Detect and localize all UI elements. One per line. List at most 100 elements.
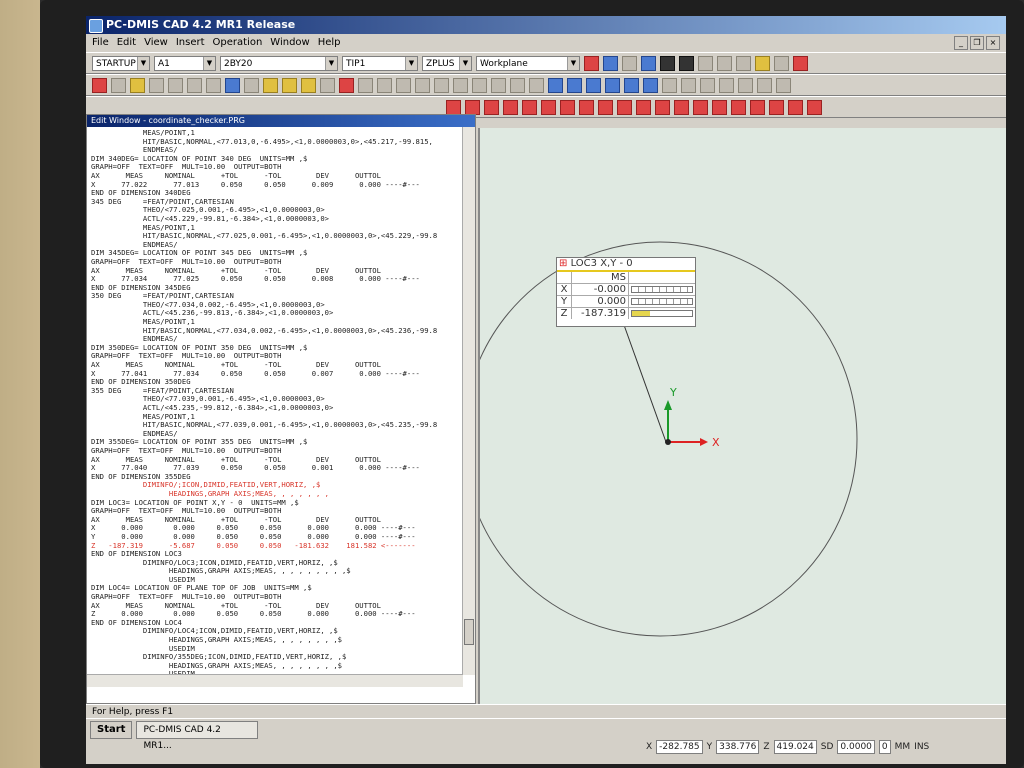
toolbar-icon[interactable] (111, 77, 126, 93)
toolbar-icon[interactable] (674, 99, 689, 115)
menu-item-insert[interactable]: Insert (176, 34, 205, 52)
toolbar-icon[interactable] (681, 77, 696, 93)
plane-combo[interactable]: ZPLUS (422, 55, 472, 71)
workplane-combo[interactable]: Workplane (476, 55, 580, 71)
toolbar-icon[interactable] (769, 99, 784, 115)
toolbar-icon[interactable] (700, 77, 715, 93)
menu-item-operation[interactable]: Operation (213, 34, 263, 52)
menu-item-view[interactable]: View (144, 34, 168, 52)
toolbar-icon[interactable] (472, 77, 487, 93)
toolbar-icon[interactable] (453, 77, 468, 93)
readout-cell (557, 272, 572, 283)
toolbar-icon[interactable] (738, 77, 753, 93)
toolbar-icon[interactable] (636, 99, 651, 115)
toolbar-icon[interactable] (149, 77, 164, 93)
scroll-thumb[interactable] (464, 619, 474, 645)
toolbar-icon[interactable] (434, 77, 449, 93)
toolbar-icon[interactable] (503, 99, 518, 115)
program-code[interactable]: MEAS/POINT,1 HIT/BASIC,NORMAL,<77.013,0,… (87, 127, 463, 675)
toolbar-icon[interactable] (660, 55, 675, 71)
toolbar-icon[interactable] (750, 99, 765, 115)
toolbar-icon[interactable] (206, 77, 221, 93)
toolbar-icon[interactable] (522, 99, 537, 115)
toolbar-icon[interactable] (679, 55, 694, 71)
menu-item-window[interactable]: Window (270, 34, 309, 52)
toolbar-icon[interactable] (807, 99, 822, 115)
help-text: For Help, press F1 (92, 707, 174, 717)
toolbar-icon[interactable] (358, 77, 373, 93)
toolbar-icon[interactable] (712, 99, 727, 115)
toolbar-icon[interactable] (548, 77, 563, 93)
start-button[interactable]: Start (90, 720, 133, 739)
toolbar-icon[interactable] (655, 99, 670, 115)
tip-combo[interactable]: TIP1 (342, 55, 418, 71)
toolbar-icon[interactable] (396, 77, 411, 93)
toolbar-icon[interactable] (244, 77, 259, 93)
probe-combo[interactable]: 2BY20 (220, 55, 338, 71)
toolbar-icon[interactable] (617, 99, 632, 115)
toolbar-icon[interactable] (774, 55, 789, 71)
toolbar-icon[interactable] (584, 55, 599, 71)
vertical-scrollbar[interactable] (462, 127, 475, 675)
graphics-display[interactable]: X Y ⊞ LOC3 X,Y - 0 MS X -0.000 Y 0.000 Z (478, 128, 1006, 704)
startup-combo[interactable]: STARTUP (92, 55, 150, 71)
menu-item-help[interactable]: Help (318, 34, 341, 52)
restore-icon[interactable]: ❐ (970, 36, 984, 50)
alignment-combo[interactable]: A1 (154, 55, 216, 71)
coord-x-value: -282.785 (656, 740, 703, 754)
toolbar-icon[interactable] (598, 99, 613, 115)
taskbar-app-button[interactable]: PC-DMIS CAD 4.2 MR1... (136, 720, 259, 751)
readout-bar-cell (629, 308, 695, 319)
toolbar-icon[interactable] (788, 99, 803, 115)
menu-bar: File Edit View Insert Operation Window Help _ … (86, 34, 1006, 52)
dimension-readout-box[interactable]: ⊞ LOC3 X,Y - 0 MS X -0.000 Y 0.000 Z -18… (556, 257, 696, 327)
toolbar-icon[interactable] (624, 77, 639, 93)
toolbar-icon[interactable] (567, 77, 582, 93)
menu-item-file[interactable]: File (92, 34, 109, 52)
toolbar-icon[interactable] (698, 55, 713, 71)
horizontal-scrollbar[interactable] (87, 674, 463, 687)
toolbar-icon[interactable] (320, 77, 335, 93)
toolbar-icon[interactable] (793, 55, 808, 71)
readout-value: -187.319 (572, 308, 629, 319)
toolbar-icon[interactable] (301, 77, 316, 93)
toolbar-icon[interactable] (225, 77, 240, 93)
readout-axis: Y (557, 296, 572, 307)
toolbar-icon[interactable] (541, 99, 556, 115)
toolbar-icon[interactable] (168, 77, 183, 93)
toolbar-icon[interactable] (263, 77, 278, 93)
toolbar-icon[interactable] (465, 99, 480, 115)
toolbar-icon[interactable] (717, 55, 732, 71)
toolbar-icon[interactable] (603, 55, 618, 71)
toolbar-icon[interactable] (693, 99, 708, 115)
toolbar-icon[interactable] (339, 77, 354, 93)
toolbar-icon[interactable] (92, 77, 107, 93)
toolbar-icon[interactable] (529, 77, 544, 93)
toolbar-icon[interactable] (622, 55, 637, 71)
toolbar-icon[interactable] (662, 77, 677, 93)
toolbar-icon[interactable] (446, 99, 461, 115)
toolbar-icon[interactable] (731, 99, 746, 115)
toolbar-icon[interactable] (719, 77, 734, 93)
toolbar-icon[interactable] (776, 77, 791, 93)
menu-item-edit[interactable]: Edit (117, 34, 136, 52)
minimize-icon[interactable]: _ (954, 36, 968, 50)
toolbar-icon[interactable] (377, 77, 392, 93)
toolbar-icon[interactable] (579, 99, 594, 115)
toolbar-icon[interactable] (510, 77, 525, 93)
toolbar-icon[interactable] (282, 77, 297, 93)
toolbar-icon[interactable] (641, 55, 656, 71)
toolbar-icon[interactable] (491, 77, 506, 93)
toolbar-icon[interactable] (415, 77, 430, 93)
close-icon[interactable]: × (986, 36, 1000, 50)
toolbar-icon[interactable] (484, 99, 499, 115)
toolbar-icon[interactable] (605, 77, 620, 93)
toolbar-icon[interactable] (187, 77, 202, 93)
toolbar-icon[interactable] (586, 77, 601, 93)
toolbar-icon[interactable] (130, 77, 145, 93)
toolbar-icon[interactable] (643, 77, 658, 93)
toolbar-icon[interactable] (560, 99, 575, 115)
toolbar-icon[interactable] (757, 77, 772, 93)
toolbar-icon[interactable] (755, 55, 770, 71)
toolbar-icon[interactable] (736, 55, 751, 71)
